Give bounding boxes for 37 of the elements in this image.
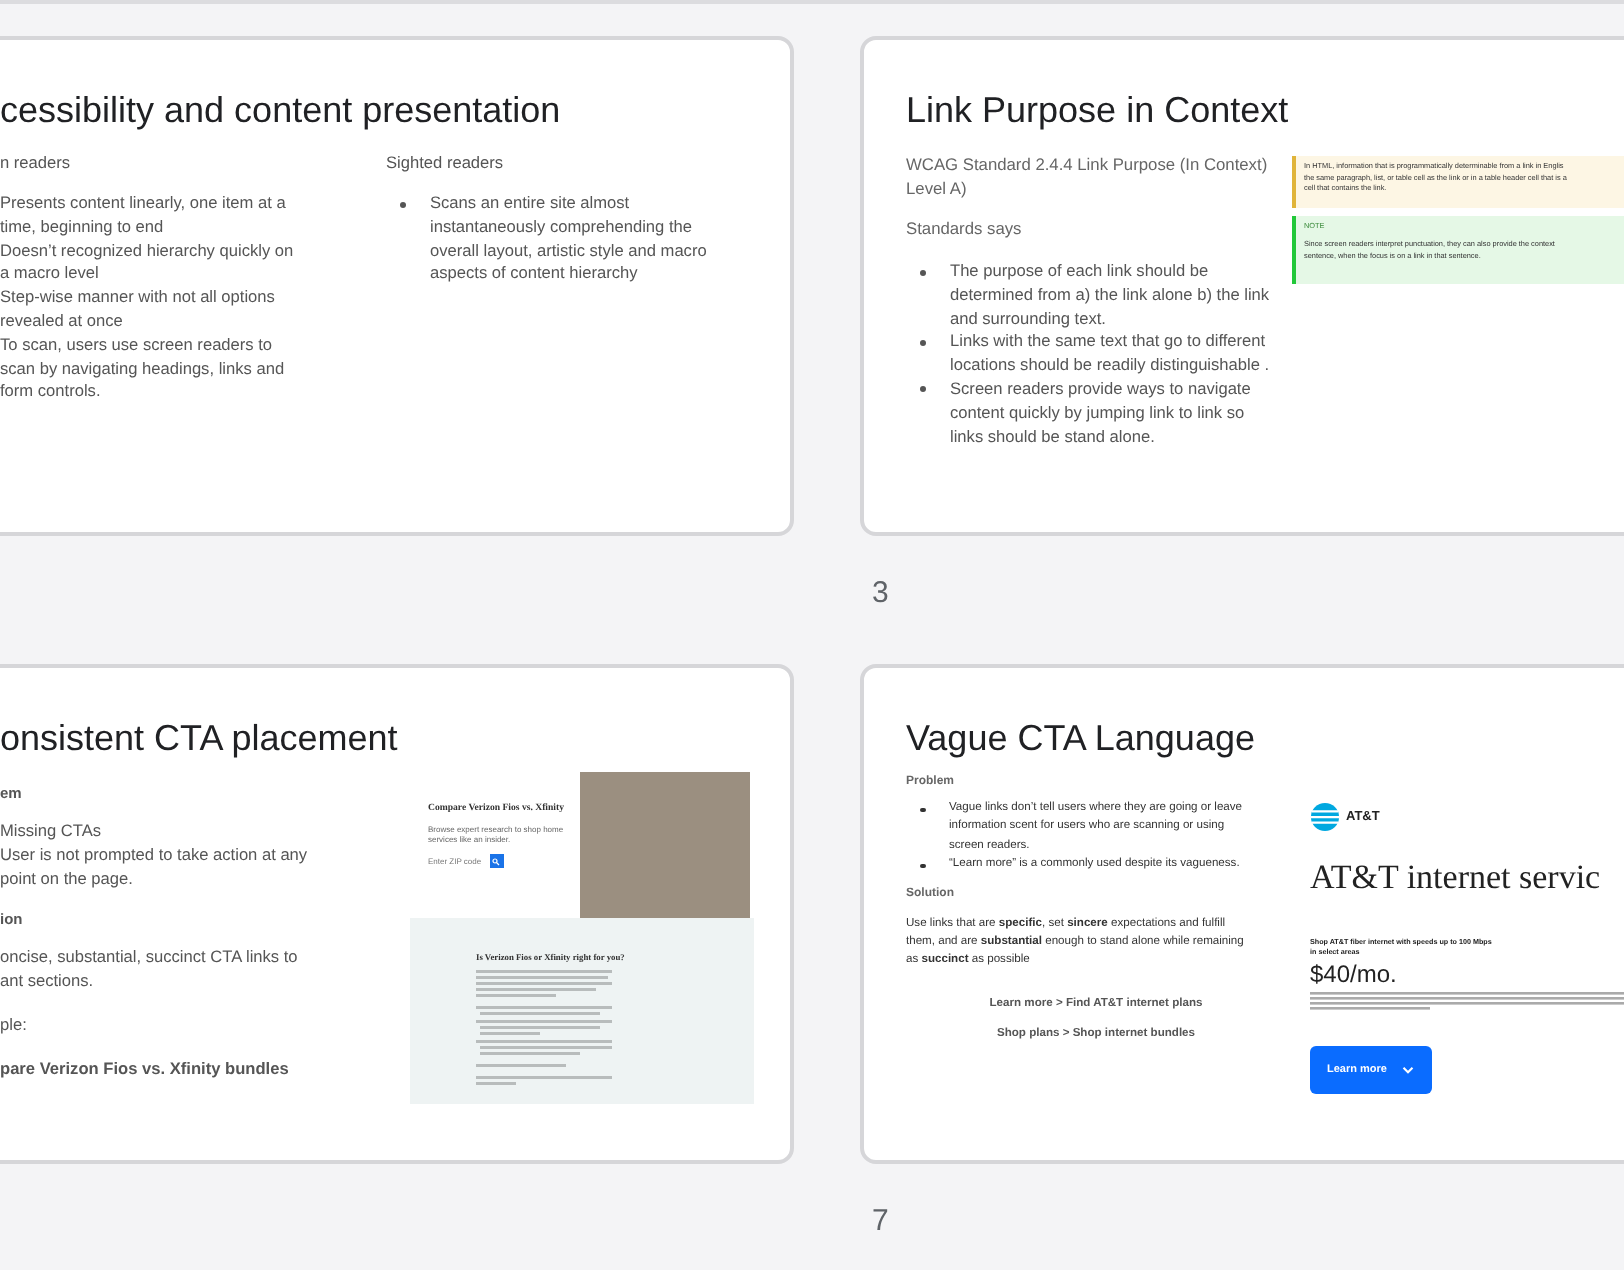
slide-number: 3 [872,576,891,610]
slide-thumbnail[interactable] [0,664,794,1164]
intro-text: WCAG Standard 2.4.4 Link Purpose (In Context) Level A) [906,152,1270,200]
bullet-icon [920,269,926,275]
chevron-down-icon [1402,1066,1415,1074]
globe-logo-icon [1310,802,1340,832]
slide-title: Link Purpose in Context [906,88,1291,134]
slide-title: onsistent CTA placement [0,716,400,762]
search-button[interactable] [489,854,504,868]
problem-text: User is not prompted to take action at any point on the page. [0,842,310,890]
problem-text: Missing CTAs [0,818,104,842]
slide-thumbnail[interactable] [0,36,794,536]
bullet-text: The purpose of each link should be determined from a) the link alone b) the link and surrounding text. [950,260,1272,331]
bullet-icon [920,339,926,346]
column-heading: Sighted readers [386,152,506,172]
subheading: Standards says [906,216,1024,240]
slide-thumbnail[interactable] [860,36,1624,536]
slide-title: Vague CTA Language [906,716,1257,762]
bullet-text: Screen readers provide ways to navigate content quickly by jumping link to link so links should be stand alone. [950,377,1253,449]
bullet-icon [920,386,926,393]
bullet-icon [920,807,925,812]
bullet-text: Step-wise manner with not all options revealed at once [0,286,277,334]
slide-title: cessibility and content presentation [0,88,563,134]
solution-text: oncise, substantial, succinct CTA links to ant sections. [0,944,300,992]
bullet-text: Scans an entire site almost instantaneously comprehending the overall layout, artistic style and macro aspects of content hierarchy [430,192,709,287]
example-label: ple: [0,1012,29,1036]
slide-number: 7 [872,1204,891,1238]
column-heading: n readers [0,152,73,172]
bullet-text: To scan, users use screen readers to scan by navigating headings, links and form controls. [0,333,287,405]
ad-heading: AT&T internet servic [1310,858,1603,898]
bullet-text: Doesn’t recognized hierarchy quickly on a macro level [0,239,296,287]
bullet-text: Links with the same text that go to different locations should be readily distinguishable . [950,330,1272,378]
example-link: pare Verizon Fios vs. Xfinity bundles [0,1056,291,1080]
slide-thumbnail[interactable] [860,664,1624,1164]
bullet-text: Presents content linearly, one item at a time, beginning to end [0,192,288,240]
price: $40/mo. [1310,960,1399,988]
bullet-icon [920,863,925,869]
